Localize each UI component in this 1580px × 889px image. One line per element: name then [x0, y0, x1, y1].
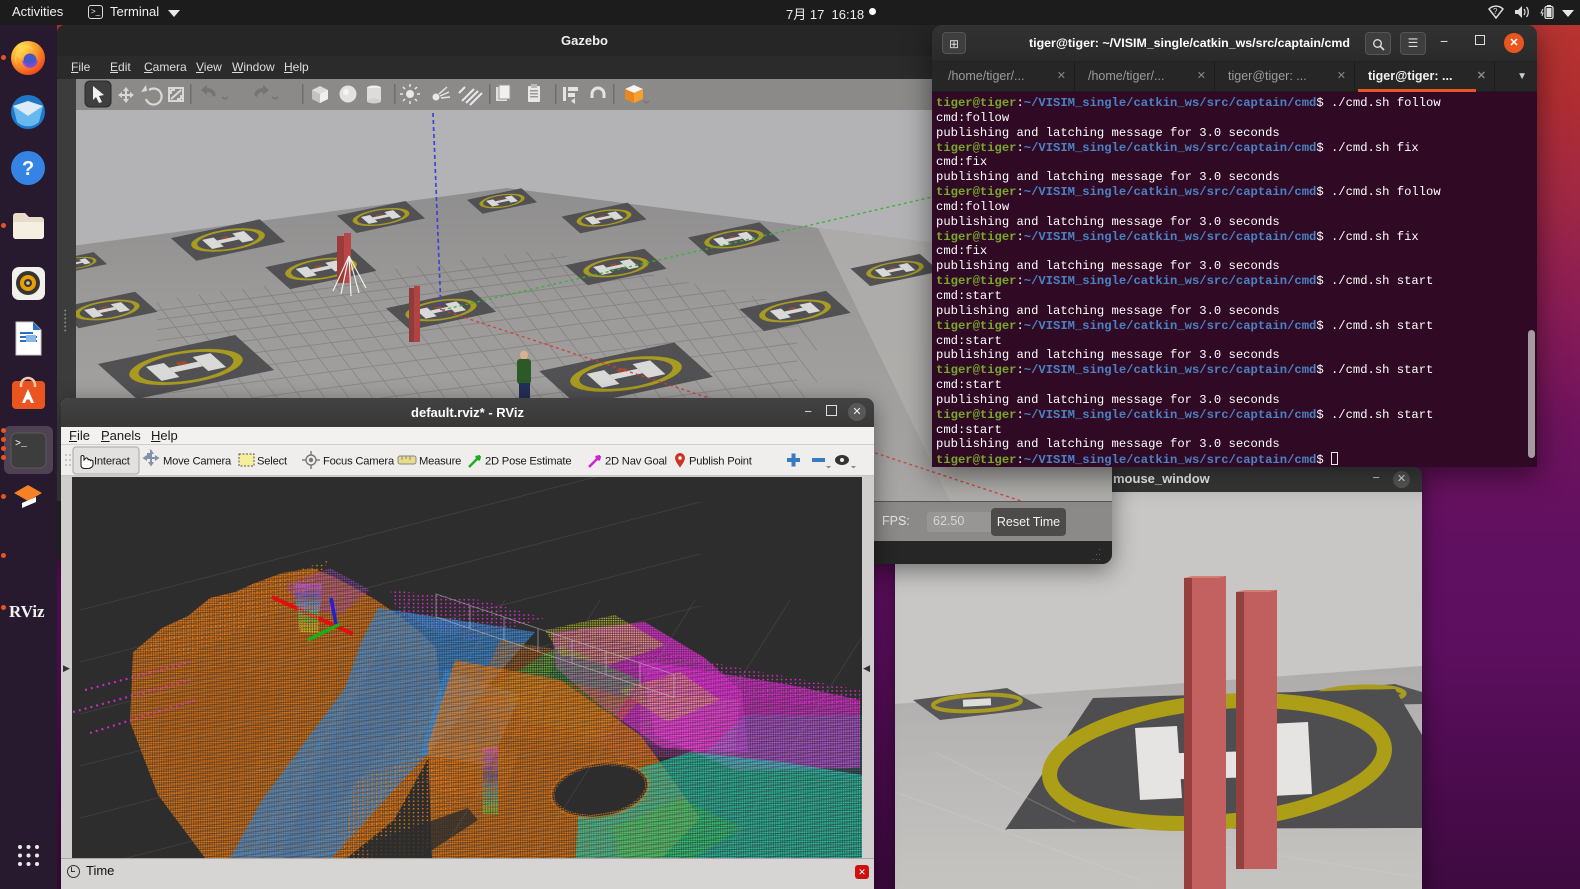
svg-text:Focus Camera: Focus Camera — [323, 456, 395, 468]
svg-text:RViz: RViz — [9, 602, 45, 621]
svg-text:2D Nav Goal: 2D Nav Goal — [605, 456, 667, 468]
svg-text:Measure: Measure — [419, 456, 461, 468]
svg-text:?: ? — [22, 158, 34, 180]
svg-text:Publish Point: Publish Point — [689, 456, 753, 468]
svg-text:?: ? — [1493, 7, 1498, 16]
svg-text:Move Camera: Move Camera — [163, 456, 232, 468]
svg-text:>_: >_ — [15, 439, 28, 450]
svg-text:2D Pose Estimate: 2D Pose Estimate — [485, 456, 571, 468]
svg-text:Interact: Interact — [94, 456, 131, 468]
svg-text:Select: Select — [257, 456, 288, 468]
